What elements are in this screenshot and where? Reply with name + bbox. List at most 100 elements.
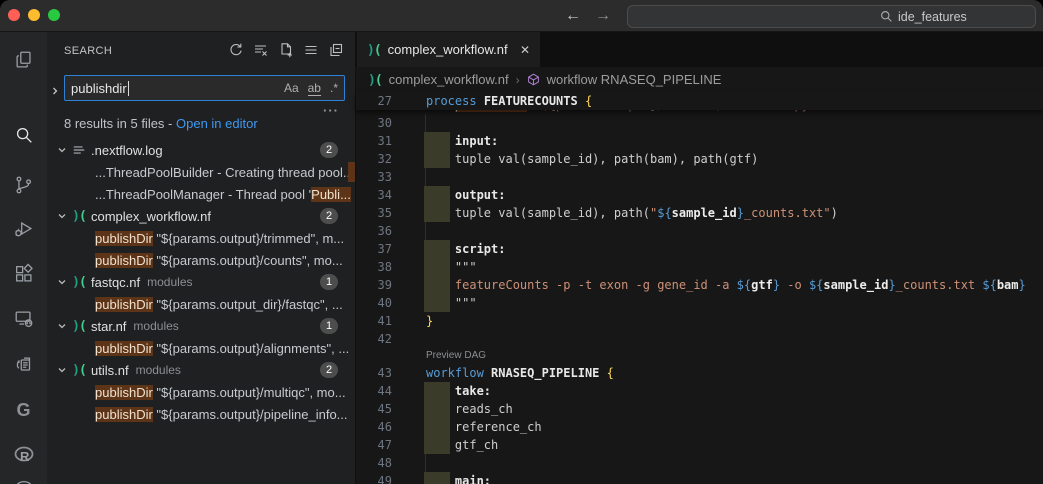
open-in-editor-link[interactable]: Open in editor (176, 116, 258, 131)
search-file-row[interactable]: )(star.nfmodules1 (47, 315, 355, 337)
search-icon[interactable] (0, 120, 47, 150)
gitlens-icon[interactable]: G (0, 395, 47, 425)
minimize-window-button[interactable] (28, 9, 40, 21)
extensions-icon[interactable] (0, 259, 47, 289)
toggle-search-details[interactable]: ··· (323, 103, 339, 118)
line-number: 32 (356, 150, 392, 168)
nextflow-file-icon: )( (368, 72, 382, 88)
line-number: 41 (356, 312, 392, 330)
indent-guide (425, 454, 426, 472)
file-name: complex_workflow.nf (91, 209, 211, 224)
back-button[interactable]: ← (561, 4, 585, 28)
search-match-row[interactable]: ...ThreadPoolManager - Thread pool 'Publ… (47, 183, 355, 205)
breadcrumb-separator: › (516, 73, 520, 87)
remote-explorer-icon[interactable] (0, 304, 47, 334)
command-center[interactable]: ide_features (627, 5, 1036, 28)
chevron-right-icon (50, 86, 60, 96)
codelens-preview-dag[interactable]: Preview DAG (356, 348, 1043, 364)
indent-highlight (424, 132, 450, 150)
search-match-row[interactable]: publishDir "${params.output}/trimmed", m… (47, 227, 355, 249)
close-window-button[interactable] (8, 9, 20, 21)
indent-highlight (424, 276, 450, 294)
search-panel-actions (227, 41, 345, 59)
line-number: 43 (356, 364, 392, 382)
code-line: 40 """ (356, 294, 1043, 312)
command-center-text: ide_features (898, 10, 967, 24)
code-editor[interactable]: 27process FEATURECOUNTS { publishDir "${… (356, 92, 1043, 484)
code-line: 35 tuple val(sample_id), path("${sample_… (356, 204, 1043, 222)
forward-button[interactable]: → (591, 4, 615, 28)
breadcrumb-symbol[interactable]: workflow RNASEQ_PIPELINE (547, 72, 722, 87)
line-number: 31 (356, 132, 392, 150)
search-match-row[interactable]: publishDir "${params.output}/alignments"… (47, 337, 355, 359)
line-number: 44 (356, 382, 392, 400)
log-file-icon (72, 143, 86, 157)
search-match-row[interactable]: ...ThreadPoolBuilder - Creating thread p… (47, 161, 355, 183)
match-count-badge: 2 (320, 208, 338, 224)
activity-bar: G R (0, 32, 47, 484)
code-line: 47 gtf_ch (356, 436, 1043, 454)
clear-search-results-icon[interactable] (252, 41, 270, 59)
search-match-row[interactable]: publishDir "${params.output}/counts", mo… (47, 249, 355, 271)
line-number: 37 (356, 240, 392, 258)
editor-group: )( complex_workflow.nf ✕ )( complex_work… (356, 32, 1043, 484)
r-lang-icon[interactable]: R (0, 440, 47, 470)
line-number: 46 (356, 418, 392, 436)
run-debug-icon[interactable] (0, 214, 47, 244)
code-line: 43workflow RNASEQ_PIPELINE { (356, 364, 1043, 382)
source-control-icon[interactable] (0, 170, 47, 200)
indent-highlight (424, 186, 450, 204)
search-file-row[interactable]: .nextflow.log2 (47, 139, 355, 161)
chevron-down-icon[interactable] (54, 145, 70, 155)
indent-highlight (424, 240, 450, 258)
file-dir: modules (147, 275, 192, 289)
indent-highlight (424, 382, 450, 400)
code-line: 30 (356, 114, 1043, 132)
chevron-down-icon[interactable] (54, 211, 70, 221)
line-number: 36 (356, 222, 392, 240)
breadcrumb-file[interactable]: complex_workflow.nf (389, 72, 509, 87)
line-number: 35 (356, 204, 392, 222)
collapse-all-icon[interactable] (327, 41, 345, 59)
search-input[interactable]: publishdir Aa ab .* (64, 75, 345, 101)
code-line: 37 script: (356, 240, 1043, 258)
code-line: 48 (356, 454, 1043, 472)
chevron-down-icon[interactable] (54, 277, 70, 287)
vscode-window: ← → ide_features G R (0, 0, 1043, 484)
tab-complex-workflow[interactable]: )( complex_workflow.nf ✕ (357, 32, 540, 67)
indent-guide (425, 114, 426, 132)
match-count-badge: 1 (320, 318, 338, 334)
view-as-list-icon[interactable] (302, 41, 320, 59)
code-line: 32 tuple val(sample_id), path(bam), path… (356, 150, 1043, 168)
match-case-toggle[interactable]: Aa (284, 81, 299, 95)
line-number: 40 (356, 294, 392, 312)
whole-word-toggle[interactable]: ab (308, 81, 321, 96)
explorer-icon[interactable] (0, 45, 47, 75)
search-panel-title: SEARCH (64, 45, 112, 57)
search-file-row[interactable]: )(fastqc.nfmodules1 (47, 271, 355, 293)
line-number: 45 (356, 400, 392, 418)
new-search-editor-icon[interactable] (277, 41, 295, 59)
partial-icon[interactable] (0, 472, 47, 484)
regex-toggle[interactable]: .* (330, 81, 338, 95)
search-match-row[interactable]: publishDir "${params.output}/pipeline_in… (47, 403, 355, 425)
search-file-row[interactable]: )(utils.nfmodules2 (47, 359, 355, 381)
file-name: fastqc.nf (91, 275, 140, 290)
search-icon (880, 10, 893, 23)
search-match-row[interactable]: publishDir "${params.output}/multiqc", m… (47, 381, 355, 403)
close-tab-icon[interactable]: ✕ (520, 43, 530, 57)
search-file-row[interactable]: )(complex_workflow.nf2 (47, 205, 355, 227)
code-line: 27process FEATURECOUNTS { (356, 92, 1043, 110)
line-number: 49 (356, 472, 392, 484)
indent-highlight (424, 418, 450, 436)
doc-sync-icon[interactable] (0, 350, 47, 380)
toggle-replace-chevron[interactable] (50, 80, 62, 102)
refresh-icon[interactable] (227, 41, 245, 59)
chevron-down-icon[interactable] (54, 321, 70, 331)
zoom-window-button[interactable] (48, 9, 60, 21)
search-match-row[interactable]: publishDir "${params.output_dir}/fastqc"… (47, 293, 355, 315)
file-dir: modules (136, 363, 181, 377)
results-count: 8 results in 5 files (64, 116, 164, 131)
line-number: 33 (356, 168, 392, 186)
chevron-down-icon[interactable] (54, 365, 70, 375)
